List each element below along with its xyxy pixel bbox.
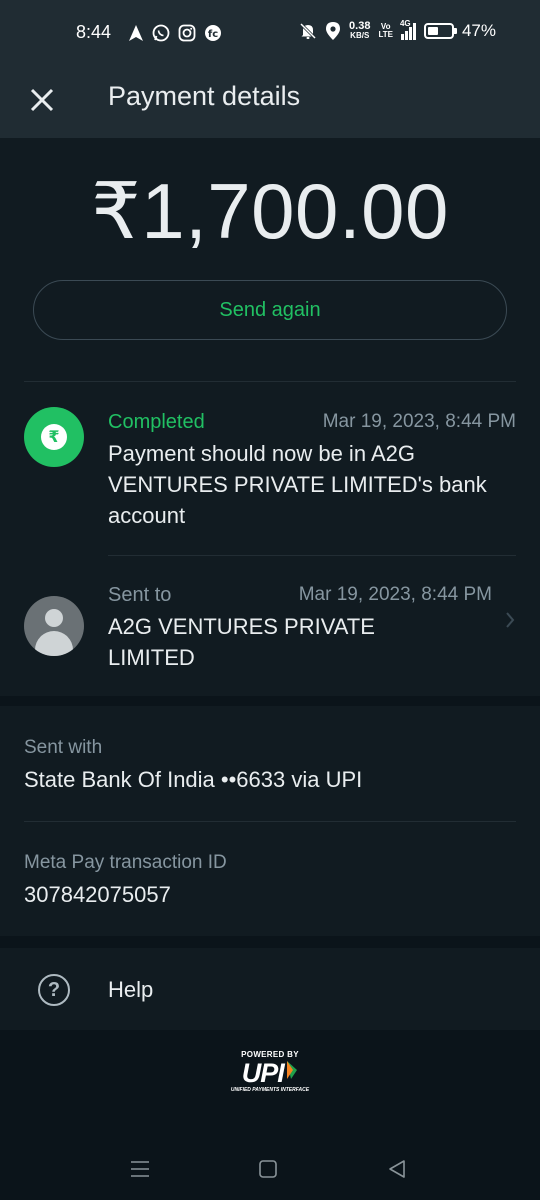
sent-to-timestamp: Mar 19, 2023, 8:44 PM	[298, 584, 492, 605]
avatar	[24, 596, 84, 656]
recipient-row[interactable]: Sent to Mar 19, 2023, 8:44 PM A2G VENTUR…	[0, 556, 540, 676]
payment-details: Sent with State Bank Of India ••6633 via…	[0, 706, 540, 936]
status-label: Completed	[108, 411, 205, 433]
sent-to-label: Sent to	[108, 584, 172, 606]
net-speed: 0.38 KB/S	[349, 20, 371, 41]
divider	[24, 821, 516, 822]
upi-arrow-icon	[287, 1061, 298, 1079]
upi-logo: POWERED BY UPI UNIFIED PAYMENTS INTERFAC…	[220, 1050, 320, 1094]
rupee-status-icon: ₹	[24, 407, 84, 467]
menu-icon	[131, 1161, 149, 1177]
svg-text:fc: fc	[208, 29, 218, 40]
payment-summary: ₹1,700.00 Send again ₹ Completed Mar 19,…	[0, 138, 540, 696]
recents-button[interactable]	[125, 1156, 155, 1182]
help-icon: ?	[38, 974, 70, 1006]
back-button[interactable]	[382, 1156, 412, 1182]
system-nav-bar	[0, 1140, 540, 1200]
app-notification-icon: fc	[205, 25, 221, 41]
page-title: Payment details	[108, 81, 301, 111]
status-bar: 8:44 fc 0.38 KB/S Vo LTE 4G 47%	[0, 0, 540, 68]
whatsapp-icon	[152, 24, 170, 42]
mute-bell-icon	[299, 22, 317, 40]
navigation-arrow-icon	[129, 25, 143, 41]
recipient-name: A2G VENTURES PRIVATE LIMITED	[108, 614, 375, 670]
help-label: Help	[108, 977, 154, 1002]
help-row[interactable]: ? Help	[0, 948, 540, 1030]
battery-percentage: 47%	[461, 21, 496, 40]
home-button[interactable]	[253, 1156, 283, 1182]
signal-icon: 4G	[400, 19, 416, 40]
status-timestamp: Mar 19, 2023, 8:44 PM	[322, 411, 516, 432]
home-square-icon	[259, 1160, 277, 1178]
sent-with-label: Sent with	[24, 737, 103, 758]
divider	[24, 381, 516, 382]
send-again-button[interactable]: Send again	[33, 280, 507, 340]
transaction-id-value: 307842075057	[24, 882, 171, 907]
back-triangle-icon	[389, 1160, 405, 1178]
chevron-right-icon	[506, 612, 515, 628]
notification-icons: fc	[128, 24, 222, 42]
close-icon	[30, 88, 54, 112]
status-time: 8:44	[76, 22, 112, 42]
location-icon	[326, 22, 341, 40]
help-section: ? Help	[0, 948, 540, 1030]
system-status-icons: 0.38 KB/S Vo LTE 4G 47%	[299, 19, 496, 41]
upi-logo-text: UPI	[241, 1058, 285, 1088]
instagram-icon	[178, 24, 196, 42]
status-description: Payment should now be in A2G VENTURES PR…	[108, 441, 487, 528]
battery-icon	[423, 23, 457, 39]
app-bar: Payment details	[0, 68, 540, 138]
close-button[interactable]	[22, 80, 62, 120]
volte-indicator: Vo LTE	[378, 22, 393, 39]
payment-amount: ₹1,700.00	[91, 167, 449, 255]
transaction-id-label: Meta Pay transaction ID	[24, 852, 227, 873]
sent-with-value: State Bank Of India ••6633 via UPI	[24, 767, 363, 792]
